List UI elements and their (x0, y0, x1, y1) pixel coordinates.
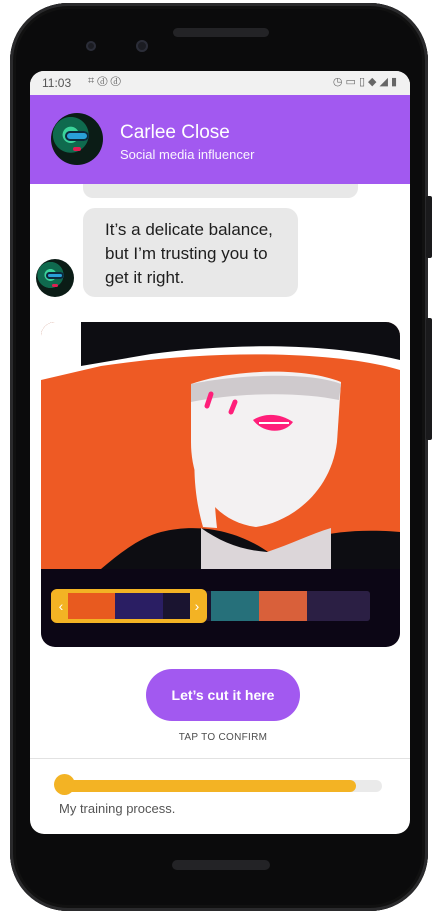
training-progress-bar (60, 780, 382, 792)
earpiece-speaker (173, 28, 269, 37)
cut-here-button[interactable]: Let’s cut it here (146, 669, 300, 721)
message-line: It’s a delicate balance, (105, 220, 273, 239)
chevron-right-icon[interactable]: › (190, 593, 204, 619)
trim-selector[interactable]: ‹ › (51, 589, 207, 623)
message-line: get it right. (105, 268, 185, 287)
message-avatar (36, 259, 74, 297)
notification-icon: ⌗ (88, 75, 98, 87)
message-line: but I’m trusting you to (105, 244, 268, 263)
status-time: 11:03 (42, 76, 72, 90)
chat-header: Carlee Close Social media influencer (30, 95, 410, 184)
network-icon: ⓓ (97, 75, 111, 87)
video-editor: ‹ › (41, 322, 400, 647)
wifi-icon: ◆ (368, 76, 380, 88)
progress-label: My training process. (59, 801, 176, 816)
volume-button (426, 196, 432, 258)
status-right-icons: ◷▭▯◆◢▮ (333, 75, 400, 88)
video-frame-image (41, 322, 400, 569)
cast-icon: ▭ (345, 76, 359, 88)
filmstrip-thumbnail (259, 591, 307, 621)
bottom-speaker (172, 860, 270, 870)
battery-icon: ▮ (390, 76, 400, 88)
divider (30, 758, 410, 759)
filmstrip-thumbnail (307, 591, 370, 621)
app-screen: 11:03 ⌗ⓓⓓ ◷▭▯◆◢▮ Carlee Close Social med… (30, 71, 410, 834)
status-bar: 11:03 ⌗ⓓⓓ ◷▭▯◆◢▮ (30, 71, 410, 95)
vibrate-icon: ▯ (358, 76, 368, 88)
status-left-icons: ⌗ⓓⓓ (88, 75, 124, 88)
previous-message-bubble (83, 184, 358, 198)
filmstrip-thumbnail (211, 591, 259, 621)
contact-name: Carlee Close (120, 122, 230, 143)
contact-role: Social media influencer (120, 147, 255, 162)
chevron-left-icon[interactable]: ‹ (54, 593, 68, 619)
power-button (426, 318, 432, 440)
contact-avatar[interactable] (51, 113, 103, 165)
signal-icon: ◢ (379, 76, 391, 88)
network-icon: ⓓ (110, 75, 124, 87)
training-progress-fill (60, 780, 357, 792)
front-sensor (86, 41, 96, 51)
confirm-hint: TAP TO CONFIRM (178, 732, 268, 743)
front-camera (136, 40, 148, 52)
progress-knob (54, 774, 75, 795)
alarm-icon: ◷ (332, 76, 346, 88)
message-bubble: It’s a delicate balance, but I’m trustin… (83, 208, 298, 297)
